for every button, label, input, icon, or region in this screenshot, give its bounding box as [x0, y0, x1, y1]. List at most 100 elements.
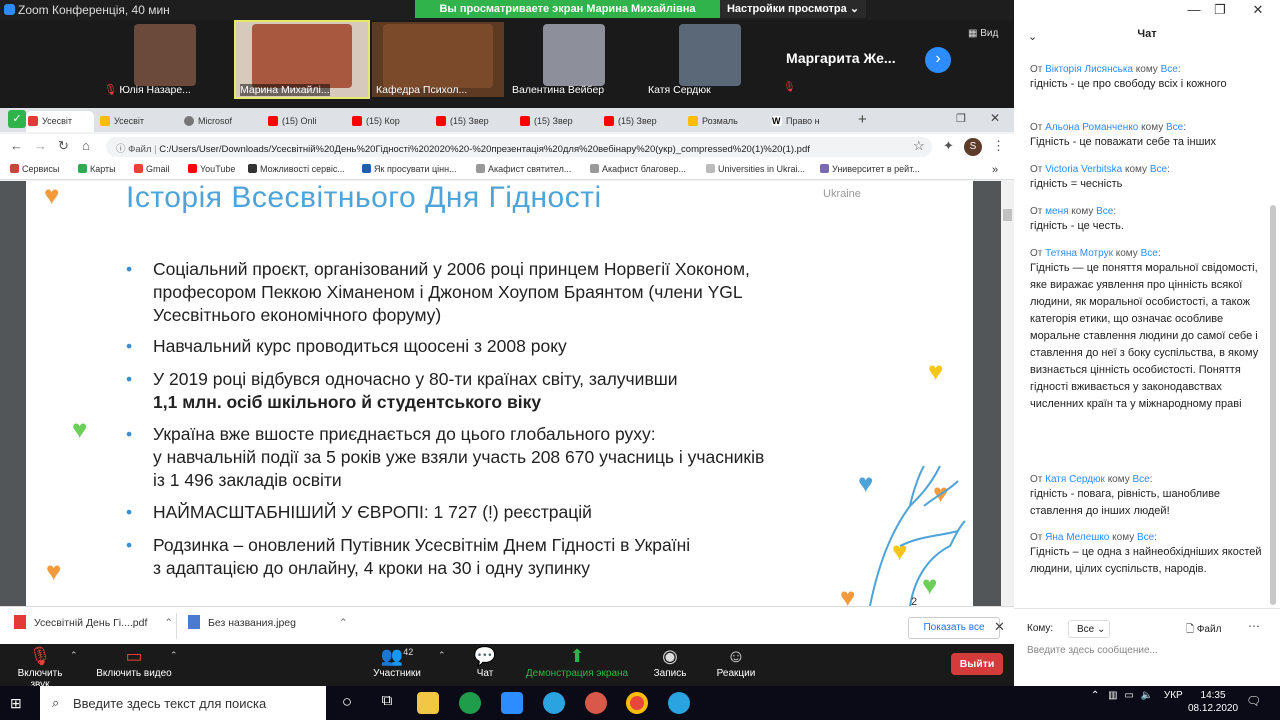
new-tab-plus-icon[interactable]: + [858, 111, 867, 128]
telegram-icon[interactable] [668, 692, 690, 714]
view-switch-button[interactable]: ▦ Вид [968, 28, 998, 39]
kebab-menu-icon[interactable]: ⋮ [992, 138, 1005, 154]
restore-icon[interactable]: ❐ [1212, 2, 1228, 18]
download-item[interactable]: Усесвітній День Гі....pdf ⌃ [14, 615, 173, 629]
bookmark-item[interactable]: Universities in Ukrai... [706, 164, 805, 174]
tab-label: (15) Onli [282, 116, 317, 126]
message-sender[interactable]: Катя Сердюк [1045, 474, 1105, 485]
forward-arrow-icon[interactable]: → [34, 138, 47, 153]
browser-tab-active[interactable]: Усесвіт [26, 111, 94, 132]
message-sender[interactable]: Тетяна Мотрук [1045, 248, 1113, 259]
file-button[interactable]: 🗋 Файл [1186, 622, 1221, 639]
network-icon[interactable]: ▥ [1108, 690, 1117, 701]
star-bookmark-icon[interactable]: ☆ [913, 138, 925, 154]
video-tile[interactable]: 🎙 Юлія Назаре... [100, 22, 230, 97]
browser-tab[interactable]: (15) Звер [518, 111, 598, 132]
message-sender[interactable]: Вікторія Лисянська [1045, 64, 1133, 75]
task-view-icon[interactable]: ⧉ [376, 692, 398, 714]
cortana-circle-icon[interactable]: ○ [336, 692, 358, 714]
video-tile[interactable]: Валентина Вейбер [508, 22, 640, 97]
unmute-button[interactable]: 🎙 Включить звук [8, 646, 72, 690]
leave-meeting-button[interactable]: Выйти [951, 653, 1003, 675]
browser-tab[interactable]: (15) Onli [266, 111, 346, 132]
bookmark-item[interactable]: Сервисы [10, 164, 59, 174]
taskbar-search-input[interactable]: ⌕ Введите здесь текст для поиска [40, 686, 326, 720]
bookmark-label: Акафист святител... [488, 164, 572, 174]
telegram-icon[interactable] [543, 692, 565, 714]
video-tile[interactable]: Кафедра Психол... [372, 22, 504, 97]
message-sender[interactable]: Victoria Verbitska [1045, 164, 1122, 175]
volume-icon[interactable]: 🔈 [1141, 690, 1153, 701]
participants-button[interactable]: 👥42 Участники [372, 646, 422, 679]
back-arrow-icon[interactable]: ← [10, 138, 23, 153]
bullet-dot: • [126, 502, 133, 522]
bookmark-item[interactable]: Можливості сервіс... [248, 164, 345, 174]
close-icon[interactable]: ✕ [1250, 2, 1266, 18]
chevron-up-icon[interactable]: ⌃ [164, 617, 173, 629]
bookmark-item[interactable]: Gmail [134, 164, 170, 174]
close-downloads-icon[interactable]: ✕ [994, 619, 1005, 635]
bullet-line: Навчальний курс проводиться щоосені з 20… [153, 336, 567, 356]
show-all-downloads-button[interactable]: Показать все [908, 617, 1000, 639]
message-input[interactable]: Введите здесь сообщение... [1027, 645, 1158, 656]
bookmark-item[interactable]: Акафист благовер... [590, 164, 686, 174]
message-sender[interactable]: меня [1045, 206, 1068, 217]
scrollbar-thumb[interactable] [1003, 209, 1012, 221]
recipient-select[interactable]: Все ⌄ [1068, 620, 1110, 638]
message-sender[interactable]: Яна Мелешко [1045, 532, 1109, 543]
chat-compose: Кому: Все ⌄ 🗋 Файл ⋯ Введите здесь сообщ… [1014, 608, 1280, 686]
chat-scrollbar[interactable] [1270, 205, 1276, 605]
minimize-icon[interactable]: — [1186, 2, 1202, 18]
chevron-up-icon[interactable]: ⌃ [339, 617, 348, 629]
extensions-puzzle-icon[interactable]: ✦ [943, 138, 954, 154]
more-bookmarks-chevron-icon[interactable]: » [992, 164, 998, 176]
view-options-button[interactable]: Настройки просмотра ⌄ [720, 0, 866, 18]
chevron-up-icon[interactable]: ⌃ [438, 650, 446, 661]
pdf-scrollbar[interactable] [1001, 181, 1014, 606]
paint-app-icon[interactable] [585, 692, 607, 714]
bookmark-item[interactable]: Карты [78, 164, 116, 174]
file-explorer-icon[interactable] [417, 692, 439, 714]
reactions-button[interactable]: ☺ Реакции [714, 646, 758, 679]
browser-tab[interactable]: Усесвіт [98, 111, 178, 132]
clock[interactable]: 14:35 08.12.2020 [1188, 689, 1238, 715]
browser-tab[interactable]: (15) Звер [602, 111, 682, 132]
torrent-app-icon[interactable] [459, 692, 481, 714]
bookmark-item[interactable]: Университет в рейт... [820, 164, 920, 174]
chat-button[interactable]: 💬 Чат [470, 646, 500, 679]
download-item[interactable]: Без названия.jpeg ⌃ [188, 615, 348, 629]
windows-start-icon[interactable]: ⊞ [10, 695, 22, 712]
zoom-app-icon[interactable] [501, 692, 523, 714]
address-bar-row: ← → ↻ ⌂ ⓘ Файл | C:/Users/User/Downloads… [0, 134, 1014, 160]
chevron-up-icon[interactable]: ⌃ [70, 650, 78, 661]
browser-tab[interactable]: (15) Звер [434, 111, 514, 132]
chevron-up-icon[interactable]: ⌃ [1091, 690, 1099, 701]
share-screen-button[interactable]: ⬆ Демонстрация экрана [524, 646, 630, 679]
more-options-icon[interactable]: ⋯ [1248, 619, 1260, 633]
bookmark-item[interactable]: Як просувати цінн... [362, 164, 457, 174]
next-page-arrow-icon[interactable]: › [925, 47, 951, 73]
url-input[interactable]: ⓘ Файл | C:/Users/User/Downloads/Усесвіт… [106, 137, 932, 157]
bookmark-item[interactable]: YouTube [188, 164, 235, 174]
profile-avatar[interactable]: S [964, 138, 982, 156]
browser-tab[interactable]: W Право н [770, 111, 850, 132]
chevron-up-icon[interactable]: ⌃ [170, 650, 178, 661]
battery-icon[interactable]: ▭ [1124, 690, 1133, 701]
browser-tab[interactable]: (15) Кор [350, 111, 430, 132]
notifications-icon[interactable]: 🗨 [1246, 694, 1262, 710]
message-text: гідність - це про свободу всіх і кожного [1030, 78, 1227, 90]
message-sender[interactable]: Альона Романченко [1045, 122, 1138, 133]
video-tile-active-speaker[interactable]: Марина Михайлі... [234, 20, 370, 99]
video-tile[interactable]: Катя Сердюк [644, 22, 776, 97]
bookmark-item[interactable]: Акафист святител... [476, 164, 571, 174]
restore-icon[interactable]: ❐ [956, 112, 966, 125]
language-indicator[interactable]: УКР [1164, 690, 1183, 701]
browser-tab[interactable]: Microsof [182, 111, 262, 132]
close-icon[interactable]: ✕ [990, 111, 1000, 125]
reload-icon[interactable]: ↻ [58, 138, 69, 154]
record-button[interactable]: ◉ Запись [652, 646, 688, 679]
browser-tab[interactable]: Розмаль [686, 111, 766, 132]
chrome-icon[interactable] [626, 692, 648, 714]
start-video-button[interactable]: ▭ Включить видео [94, 646, 174, 679]
home-icon[interactable]: ⌂ [82, 138, 90, 153]
